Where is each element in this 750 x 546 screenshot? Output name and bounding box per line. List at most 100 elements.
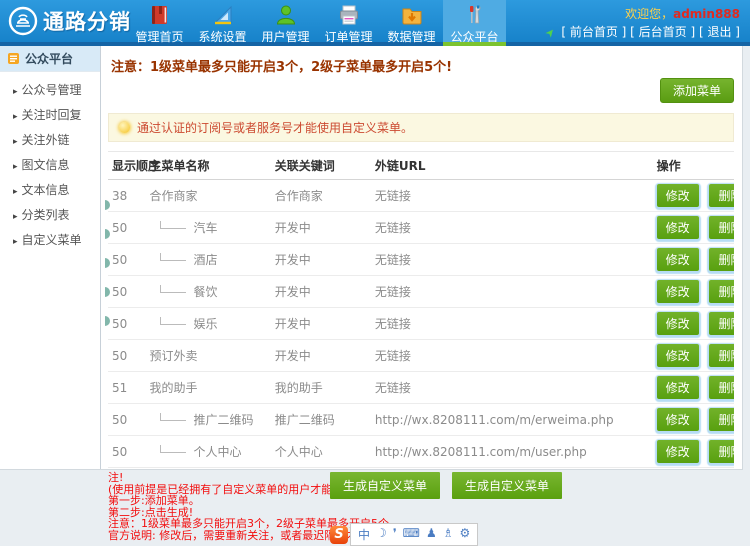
cell-menu-name: 酒店: [145, 243, 271, 276]
cell-order: 50: [108, 275, 146, 308]
triangle-bullet-icon: ▸: [13, 137, 18, 147]
link-front-home[interactable]: [ 前台首页 ]: [561, 25, 626, 39]
cell-url: 无链接: [370, 339, 653, 372]
brand: 通路分销: [8, 6, 131, 36]
delete-button[interactable]: 删除: [709, 440, 734, 463]
cell-url: 无链接: [370, 243, 653, 276]
person-icon[interactable]: ♟: [426, 526, 437, 543]
link-logout[interactable]: [ 退出 ]: [699, 25, 740, 39]
delete-button[interactable]: 删除: [709, 248, 734, 271]
wrench-icon[interactable]: ⚙: [460, 526, 471, 543]
cell-order: 50: [108, 339, 146, 372]
cell-menu-name: 个人中心: [145, 435, 271, 468]
sidebar-item-account-management[interactable]: ▸ 公众号管理: [0, 77, 100, 102]
edit-button[interactable]: 修改: [656, 376, 699, 399]
cell-keyword: 个人中心: [270, 435, 371, 468]
sidebar-item-image-text[interactable]: ▸ 图文信息: [0, 152, 100, 177]
table-row: 51 我的助手 我的助手 无链接 修改 删除: [108, 371, 734, 404]
app-title: 通路分销: [43, 10, 131, 34]
lightbulb-icon: [119, 122, 130, 133]
cell-order: 50: [108, 211, 146, 244]
green-arrow-icon: ➤: [542, 24, 559, 41]
printer-icon: [339, 5, 358, 25]
table-row: 50 推广二维码 推广二维码 http://wx.8208111.com/m/e…: [108, 403, 734, 436]
delete-button[interactable]: 删除: [709, 376, 734, 399]
nav-label: 管理首页: [135, 30, 184, 44]
table-row: 50 汽车 开发中 无链接 修改 删除: [108, 211, 734, 244]
set-square-icon: [213, 5, 231, 25]
table-row: 38 合作商家 合作商家 无链接 修改 删除: [108, 179, 734, 212]
book-icon: [151, 6, 167, 24]
col-header-menu-name: 主菜单名称: [145, 151, 271, 180]
cell-order: 50: [108, 243, 146, 276]
tools-icon: [469, 5, 480, 24]
delete-button[interactable]: 删除: [709, 408, 734, 431]
tree-branch-icon: [159, 253, 186, 261]
sidebar: 公众平台 ▸ 公众号管理 ▸ 关注时回复 ▸ 关注外链 ▸ 图文信息 ▸ 文本信息 ▸ 分类…: [0, 46, 101, 469]
delete-button[interactable]: 删除: [709, 312, 734, 335]
sidebar-item-category-list[interactable]: ▸ 分类列表: [0, 202, 100, 227]
edit-button[interactable]: 修改: [656, 248, 699, 271]
cell-actions: 修改 删除: [652, 211, 734, 244]
nav-item-order-management[interactable]: 订单管理: [317, 0, 380, 46]
sidebar-menu: ▸ 公众号管理 ▸ 关注时回复 ▸ 关注外链 ▸ 图文信息 ▸ 文本信息 ▸ 分类列表 ▸ 自…: [0, 72, 100, 252]
nav-item-system-settings[interactable]: 系统设置: [191, 0, 254, 46]
edit-button[interactable]: 修改: [656, 280, 699, 303]
folder-icon: [402, 8, 421, 25]
generate-custom-menu-button[interactable]: 生成自定义菜单: [452, 472, 563, 499]
cell-order: 50: [108, 307, 146, 340]
punctuation-icon[interactable]: ❜: [393, 526, 397, 543]
sidebar-item-custom-menu[interactable]: ▸ 自定义菜单: [0, 227, 100, 252]
triangle-bullet-icon: ▸: [13, 237, 18, 247]
cell-order: 51: [108, 371, 146, 404]
edit-button[interactable]: 修改: [656, 312, 699, 335]
tree-branch-icon: [159, 413, 186, 421]
add-menu-button[interactable]: 添加菜单: [659, 78, 734, 103]
edit-button[interactable]: 修改: [656, 216, 699, 239]
note-line: 第二步:点击生成!: [108, 505, 194, 519]
cell-actions: 修改 删除: [652, 179, 734, 212]
delete-button[interactable]: 删除: [709, 184, 734, 207]
welcome-text: 欢迎您，admin888: [625, 7, 740, 21]
col-header-url: 外链URL: [370, 151, 653, 180]
delete-button[interactable]: 删除: [709, 344, 734, 367]
sidebar-item-text-message[interactable]: ▸ 文本信息: [0, 177, 100, 202]
cell-url: 无链接: [370, 211, 653, 244]
nav-label: 系统设置: [198, 30, 247, 44]
col-header-actions: 操作: [652, 151, 734, 180]
nav-item-admin-home[interactable]: 管理首页: [128, 0, 191, 46]
nav-item-data-management[interactable]: 数据管理: [380, 0, 443, 46]
link-back-home[interactable]: [ 后台首页 ]: [630, 25, 695, 39]
cell-keyword: 开发中: [270, 211, 371, 244]
welcome-area: 欢迎您，admin888 ➤ [ 前台首页 ] [ 后台首页 ] [ 退出 ]: [543, 5, 740, 42]
triangle-bullet-icon: ▸: [13, 87, 18, 97]
soft-keyboard-icon[interactable]: ⌨: [403, 526, 420, 543]
generate-custom-menu-button[interactable]: 生成自定义菜单: [330, 472, 441, 499]
cell-url: 无链接: [370, 179, 653, 212]
menu-table: 显示顺序 主菜单名称 关联关键词 外链URL 操作 38 合作商家 合作商家 无…: [108, 151, 734, 468]
bottom-section: 注! (使用前提是已经拥有了自定义菜单的用户才能够使用。) 第一步:添加菜单。 第二步…: [108, 472, 734, 546]
triangle-bullet-icon: ▸: [13, 112, 18, 122]
half-moon-icon[interactable]: ☽: [376, 526, 387, 543]
cell-keyword: 推广二维码: [270, 403, 371, 436]
delete-button[interactable]: 删除: [709, 280, 734, 303]
sogou-logo-icon[interactable]: S: [330, 525, 348, 544]
tree-branch-icon: [159, 285, 186, 293]
skin-icon[interactable]: ♗: [443, 526, 454, 543]
nav-label: 公众平台: [450, 30, 499, 44]
delete-button[interactable]: 删除: [709, 216, 734, 239]
sidebar-item-follow-reply[interactable]: ▸ 关注时回复: [0, 102, 100, 127]
main-nav: 管理首页 系统设置 用户管理 订单管理 数据管理 公众平台: [128, 0, 506, 46]
nav-item-user-management[interactable]: 用户管理: [254, 0, 317, 46]
edit-button[interactable]: 修改: [656, 440, 699, 463]
edit-button[interactable]: 修改: [656, 344, 699, 367]
edit-button[interactable]: 修改: [656, 408, 699, 431]
cell-menu-name: 合作商家: [145, 179, 271, 212]
table-header-row: 显示顺序 主菜单名称 关联关键词 外链URL 操作: [108, 151, 734, 180]
edit-button[interactable]: 修改: [656, 184, 699, 207]
chinese-mode-icon[interactable]: 中: [358, 526, 370, 543]
nav-item-public-platform[interactable]: 公众平台: [443, 0, 506, 46]
table-row: 50 预订外卖 开发中 无链接 修改 删除: [108, 339, 734, 372]
sidebar-item-follow-link[interactable]: ▸ 关注外链: [0, 127, 100, 152]
cell-order: 50: [108, 403, 146, 436]
